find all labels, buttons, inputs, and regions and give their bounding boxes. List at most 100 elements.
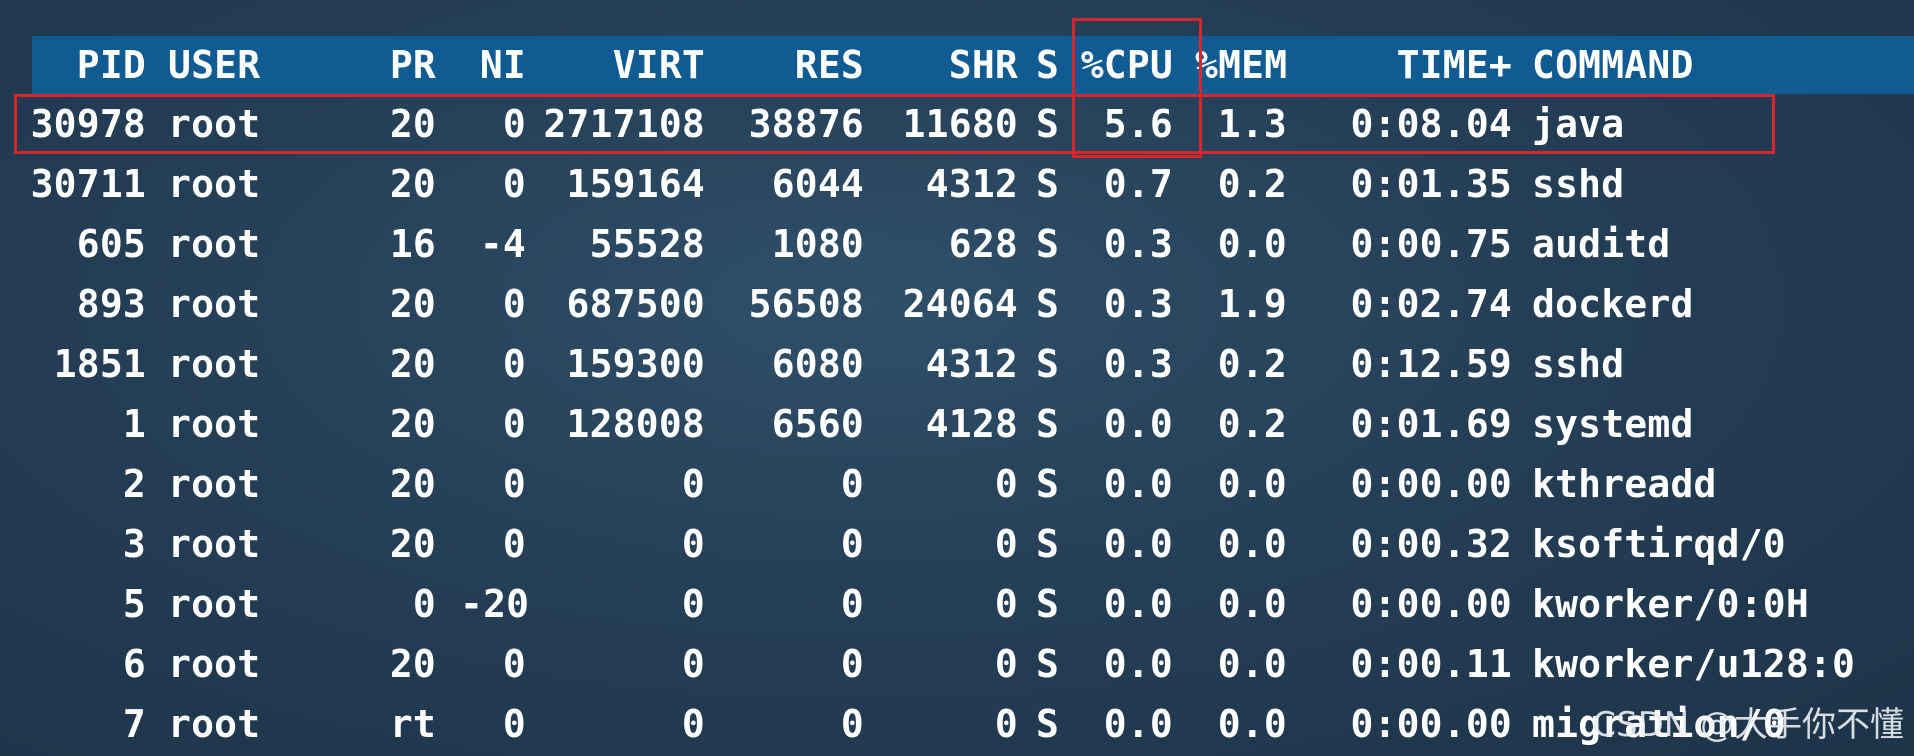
user-cell: root: [168, 642, 261, 686]
cpu-column-highlight-box: [1072, 18, 1202, 158]
mem-cell: 1.9: [1217, 282, 1287, 326]
pr-cell: 0: [412, 582, 436, 626]
command-cell: kworker/u128:0: [1532, 642, 1856, 686]
pid-cell: 3: [122, 522, 146, 566]
shr-cell: 0: [994, 462, 1018, 506]
cpu-cell: 0.7: [1103, 162, 1173, 206]
res-cell: 6044: [771, 162, 864, 206]
user-cell: root: [168, 582, 261, 626]
table-row: 3 root 20 0 0 0 0 S 0.0 0.0 0:00.32 ksof…: [0, 514, 1914, 574]
time-cell: 0:00.00: [1350, 582, 1512, 626]
time-cell: 0:00.00: [1350, 702, 1512, 746]
shr-cell: 4312: [925, 162, 1018, 206]
res-cell: 56508: [748, 282, 864, 326]
user-cell: root: [168, 342, 261, 386]
shr-cell: 0: [994, 522, 1018, 566]
table-row: 2 root 20 0 0 0 0 S 0.0 0.0 0:00.00 kthr…: [0, 454, 1914, 514]
shr-cell: 0: [994, 642, 1018, 686]
cpu-cell: 0.3: [1103, 282, 1173, 326]
ni-cell: 0: [502, 642, 526, 686]
cpu-cell: 0.3: [1103, 222, 1173, 266]
mem-cell: 0.0: [1217, 522, 1287, 566]
cpu-cell: 0.3: [1103, 342, 1173, 386]
state-cell: S: [1036, 582, 1060, 626]
time-cell: 0:00.75: [1350, 222, 1512, 266]
pid-cell: 7: [122, 702, 146, 746]
shr-cell: 4312: [925, 342, 1018, 386]
res-cell: 1080: [771, 222, 864, 266]
res-cell: 0: [840, 582, 864, 626]
pr-cell: 20: [389, 642, 436, 686]
pr-cell: 20: [389, 162, 436, 206]
ni-cell: 0: [502, 162, 526, 206]
header-pid: PID: [76, 43, 146, 87]
virt-cell: 159300: [566, 342, 705, 386]
ni-cell: -4: [479, 222, 526, 266]
res-cell: 6560: [771, 402, 864, 446]
shr-cell: 628: [948, 222, 1018, 266]
state-cell: S: [1036, 642, 1060, 686]
user-cell: root: [168, 282, 261, 326]
cpu-cell: 0.0: [1103, 462, 1173, 506]
cpu-cell: 0.0: [1103, 582, 1173, 626]
header-res: RES: [794, 43, 864, 87]
user-cell: root: [168, 522, 261, 566]
pr-cell: 20: [389, 342, 436, 386]
ni-cell: 0: [502, 282, 526, 326]
ni-cell: 0: [502, 402, 526, 446]
table-row: 893 root 20 0 687500 56508 24064 S 0.3 1…: [0, 274, 1914, 334]
virt-cell: 0: [681, 522, 705, 566]
state-cell: S: [1036, 282, 1060, 326]
ni-cell: 0: [502, 522, 526, 566]
user-cell: root: [168, 222, 261, 266]
ni-cell: 0: [502, 462, 526, 506]
java-row-highlight-box: [14, 94, 1775, 154]
user-cell: root: [168, 702, 261, 746]
virt-cell: 55528: [589, 222, 705, 266]
virt-cell: 0: [681, 702, 705, 746]
shr-cell: 4128: [925, 402, 1018, 446]
table-row: 605 root 16 -4 55528 1080 628 S 0.3 0.0 …: [0, 214, 1914, 274]
virt-cell: 0: [681, 642, 705, 686]
command-cell: ksoftirqd/0: [1532, 522, 1786, 566]
res-cell: 6080: [771, 342, 864, 386]
mem-cell: 0.0: [1217, 222, 1287, 266]
pr-cell: 20: [389, 522, 436, 566]
virt-cell: 687500: [566, 282, 705, 326]
header-command: COMMAND: [1532, 43, 1694, 87]
command-cell: systemd: [1532, 402, 1694, 446]
table-row: 6 root 20 0 0 0 0 S 0.0 0.0 0:00.11 kwor…: [0, 634, 1914, 694]
virt-cell: 159164: [566, 162, 705, 206]
table-row: 1851 root 20 0 159300 6080 4312 S 0.3 0.…: [0, 334, 1914, 394]
res-cell: 0: [840, 642, 864, 686]
user-cell: root: [168, 462, 261, 506]
mem-cell: 0.0: [1217, 582, 1287, 626]
header-pr: PR: [389, 43, 436, 87]
state-cell: S: [1036, 462, 1060, 506]
mem-cell: 0.0: [1217, 642, 1287, 686]
header-mem: %MEM: [1195, 43, 1288, 87]
ni-cell: 0: [502, 702, 526, 746]
shr-cell: 24064: [902, 282, 1018, 326]
state-cell: S: [1036, 222, 1060, 266]
ni-cell: -20: [460, 582, 530, 626]
mem-cell: 0.2: [1217, 402, 1287, 446]
pid-cell: 1: [122, 402, 146, 446]
pr-cell: 20: [389, 462, 436, 506]
time-cell: 0:02.74: [1350, 282, 1512, 326]
pr-cell: rt: [389, 702, 436, 746]
command-cell: sshd: [1532, 162, 1625, 206]
user-cell: root: [168, 162, 261, 206]
command-cell: sshd: [1532, 342, 1625, 386]
mem-cell: 0.0: [1217, 702, 1287, 746]
cpu-cell: 0.0: [1103, 402, 1173, 446]
mem-cell: 0.0: [1217, 462, 1287, 506]
pid-cell: 6: [122, 642, 146, 686]
cpu-cell: 0.0: [1103, 642, 1173, 686]
ni-cell: 0: [502, 342, 526, 386]
res-cell: 0: [840, 522, 864, 566]
time-cell: 0:01.35: [1350, 162, 1512, 206]
state-cell: S: [1036, 702, 1060, 746]
header-user: USER: [168, 43, 261, 87]
time-cell: 0:00.32: [1350, 522, 1512, 566]
